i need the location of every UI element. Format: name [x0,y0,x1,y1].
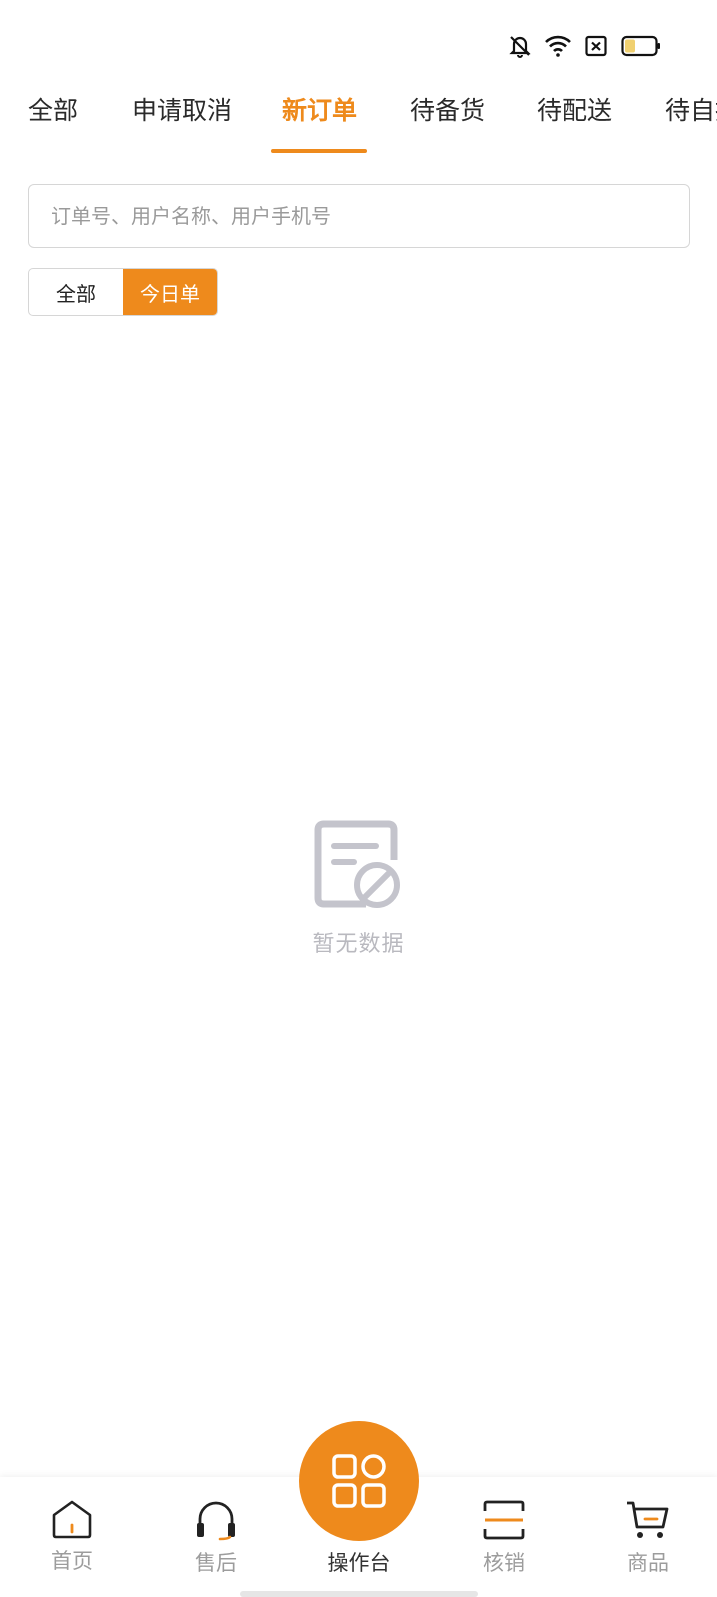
nav-console-button[interactable] [299,1421,419,1541]
empty-state-text: 暂无数据 [312,932,405,957]
cart-icon [627,1501,669,1538]
mute-bell-icon [509,36,531,58]
tab-to-prepare[interactable]: 待备货 [410,88,485,156]
tab-self-pickup[interactable]: 待自提 [665,88,717,156]
home-icon [52,1500,92,1539]
tab-to-deliver[interactable]: 待配送 [537,88,612,156]
bottom-nav: 首页 售后 操作台 核销 商品 [0,1421,717,1597]
nav-products[interactable]: 商品 [598,1499,698,1577]
filter-today[interactable]: 今日单 [123,269,217,315]
nav-after-sales-label: 售后 [195,1551,237,1575]
headset-icon [197,1501,235,1541]
tab-cancel-request[interactable]: 申请取消 [132,88,232,156]
battery-icon [621,35,660,57]
nav-console-label: 操作台 [327,1551,391,1575]
nav-products-label: 商品 [627,1551,669,1575]
filter-all[interactable]: 全部 [29,269,123,315]
empty-state: 暂无数据 [0,820,717,958]
date-filter: 全部 今日单 [28,268,218,316]
status-bar [509,28,661,64]
nav-after-sales[interactable]: 售后 [166,1499,266,1577]
tab-all[interactable]: 全部 [28,88,78,156]
search-input[interactable] [49,203,689,229]
nav-home-label: 首页 [51,1549,93,1573]
nav-verify-label: 核销 [483,1551,525,1575]
scan-icon [483,1500,525,1540]
search-box[interactable] [28,184,690,248]
order-status-tabs: 全部 申请取消 新订单 待备货 待配送 待自提 [0,88,717,156]
wifi-icon [545,35,571,57]
sim-x-icon [585,35,607,57]
home-indicator[interactable] [240,1591,478,1597]
active-tab-indicator [271,149,367,153]
nav-home[interactable]: 首页 [22,1499,122,1575]
no-data-document-icon [314,820,400,908]
tab-new-orders[interactable]: 新订单 [282,88,357,156]
grid-icon [332,1454,386,1508]
nav-verify[interactable]: 核销 [454,1499,554,1577]
